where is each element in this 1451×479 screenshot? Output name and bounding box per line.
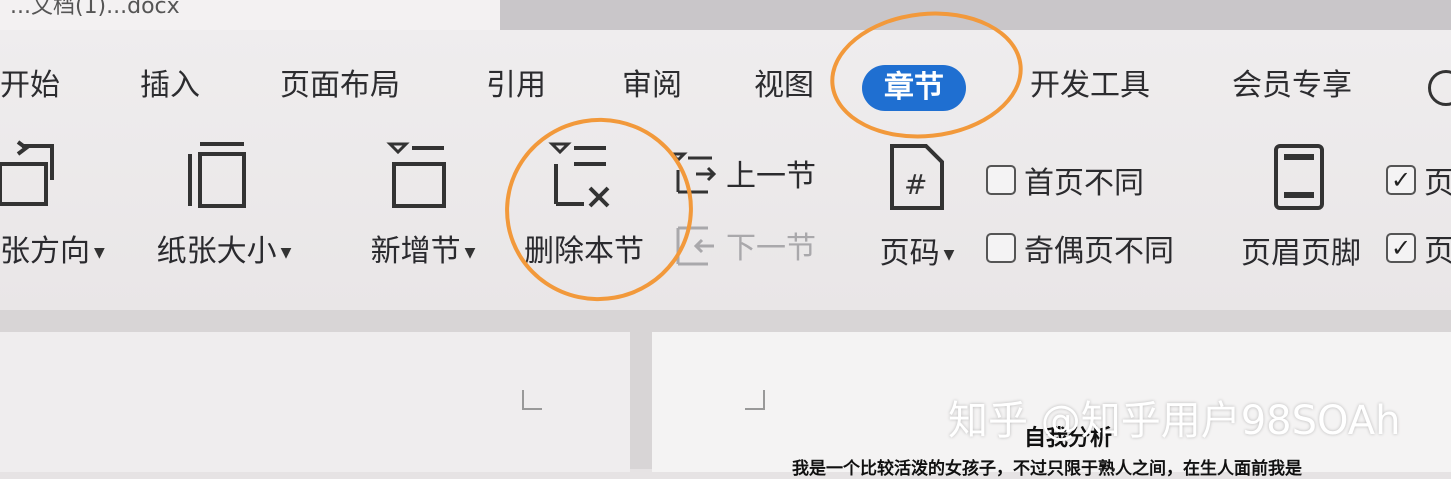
search-icon[interactable] (1428, 70, 1451, 106)
checkbox-box[interactable] (986, 165, 1016, 195)
right-top-label: 页 (1424, 166, 1451, 201)
page-number-label: 页码 (879, 236, 940, 271)
prev-section-label: 上一节 (726, 159, 816, 194)
tab-insert[interactable]: 插入 (140, 60, 200, 104)
tab-home[interactable]: 开始 (0, 60, 60, 104)
right-bottom-checkbox[interactable]: ✓ 页 (1386, 226, 1451, 270)
page-orientation-icon (0, 140, 54, 206)
right-top-checkbox[interactable]: ✓ 页 (1386, 158, 1451, 202)
svg-text:#: # (904, 168, 927, 201)
tab-review[interactable]: 审阅 (622, 60, 682, 104)
odd-even-different-checkbox[interactable]: 奇偶页不同 (986, 226, 1174, 270)
chevron-down-icon: ▼ (464, 244, 476, 261)
next-section-label: 下一节 (726, 231, 816, 266)
margin-corner-mark (522, 390, 542, 410)
first-page-different-label: 首页不同 (1024, 166, 1144, 201)
checkbox-box-checked[interactable]: ✓ (1386, 233, 1416, 263)
document-tab[interactable]: ...文档(1)...docx (0, 0, 500, 30)
ribbon-tabs: 开始 插入 页面布局 引用 审阅 视图 章节 开发工具 会员专享 (0, 30, 1451, 130)
document-text-line: 我是一个比较活泼的女孩子，不过只限于熟人之间，在生人面前我是 (792, 459, 1302, 479)
add-section-icon (386, 142, 446, 208)
tab-view[interactable]: 视图 (754, 60, 814, 104)
chevron-down-icon: ▼ (280, 244, 292, 261)
checkbox-box[interactable] (986, 233, 1016, 263)
chevron-down-icon: ▼ (943, 246, 955, 263)
new-section-label: 新增节 (370, 234, 461, 269)
tab-references[interactable]: 引用 (486, 60, 546, 104)
orientation-button[interactable]: 张方向 ▼ (0, 138, 112, 270)
tab-developer-tools[interactable]: 开发工具 (1030, 60, 1150, 104)
paper-size-label: 纸张大小 (156, 234, 277, 269)
margin-corner-mark (745, 390, 765, 410)
odd-even-different-label: 奇偶页不同 (1024, 234, 1174, 269)
watermark: 知乎 @知乎用户98SOAh (948, 398, 1401, 444)
header-footer-icon (1274, 144, 1324, 210)
checkbox-box-checked[interactable]: ✓ (1386, 165, 1416, 195)
right-bottom-label: 页 (1424, 234, 1451, 269)
chevron-down-icon: ▼ (94, 244, 105, 261)
orientation-label: 张方向 (0, 234, 90, 269)
header-footer-button[interactable]: 页眉页脚 (1236, 142, 1366, 272)
document-title: ...文档(1)...docx (10, 0, 180, 19)
page-number-icon: # (890, 144, 944, 210)
tab-member-exclusive[interactable]: 会员专享 (1232, 60, 1352, 104)
paper-size-icon (188, 142, 246, 208)
tab-page-layout[interactable]: 页面布局 (280, 60, 400, 104)
header-footer-label: 页眉页脚 (1241, 236, 1361, 271)
paper-size-button[interactable]: 纸张大小 ▼ (144, 138, 304, 270)
new-section-button[interactable]: 新增节 ▼ (358, 138, 488, 270)
first-page-different-checkbox[interactable]: 首页不同 (986, 158, 1144, 202)
page-number-button[interactable]: # 页码 ▼ (862, 142, 972, 272)
ribbon: 开始 插入 页面布局 引用 审阅 视图 章节 开发工具 会员专享 张方向 ▼ 纸张… (0, 30, 1451, 310)
